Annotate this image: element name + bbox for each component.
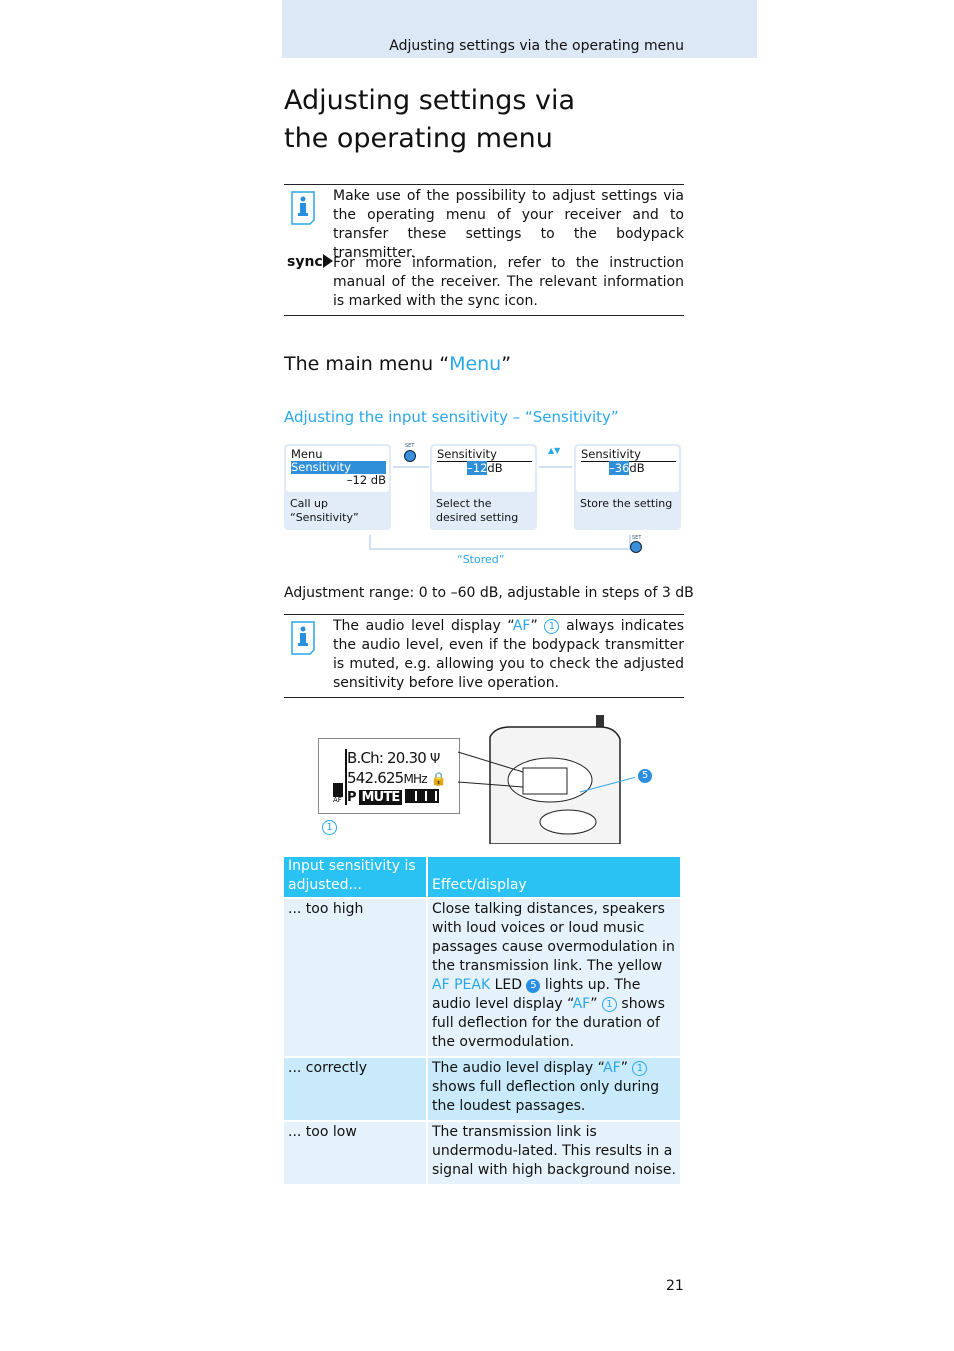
table-row: ... too low The transmission link is unde… (284, 1120, 680, 1184)
stored-label: “Stored” (457, 553, 505, 566)
table-header: Effect/display (428, 857, 680, 897)
divider (284, 614, 684, 615)
set-button-icon (404, 450, 416, 462)
step-call-up: Menu Sensitivity –12 dB Call up “Sensitivit… (284, 444, 391, 530)
page-title: Adjusting settings via the operating men… (284, 85, 576, 154)
info-note-af: The audio level display “AF” 1 always in… (333, 618, 684, 691)
info-note: Make use of the possibility to adjust se… (333, 188, 684, 261)
up-down-icon: ▲▼ (548, 446, 561, 455)
arrow (539, 466, 572, 468)
sensitivity-table: Input sensitivity is adjusted... Effect/d… (282, 857, 682, 1184)
section-heading: The main menu “Menu” (284, 353, 512, 375)
running-title: Adjusting settings via the operating men… (389, 38, 684, 54)
divider (284, 315, 684, 316)
display-closeup: B.Ch: 20.30 Ψ 542.625MHz 🔒 P MUTE AF (318, 738, 460, 814)
subsection-heading: Adjusting the input sensitivity – “Sensi… (284, 408, 619, 426)
divider (284, 697, 684, 698)
step-store: Sensitivity –36dB Store the setting (574, 444, 681, 530)
return-arrow (369, 535, 631, 550)
info-icon (291, 191, 315, 225)
page-number: 21 (666, 1278, 684, 1294)
bodypack-drawing (457, 715, 635, 844)
divider (284, 184, 684, 185)
step-select: Sensitivity –12dB Select the desired sett… (430, 444, 537, 530)
sync-icon: sync (287, 254, 333, 270)
arrow (393, 466, 429, 468)
running-header: Adjusting settings via the operating men… (282, 0, 757, 58)
sync-note: For more information, refer to the instr… (333, 255, 684, 309)
page: Adjusting settings via the operating men… (0, 0, 954, 1351)
set-button-icon (630, 541, 642, 553)
adjustment-range: Adjustment range: 0 to –60 dB, adjustabl… (284, 585, 694, 601)
table-row: ... too high Close talking distances, spe… (284, 897, 680, 1056)
info-icon (291, 621, 315, 655)
table-row: ... correctly The audio level display “AF… (284, 1056, 680, 1120)
table-header: Input sensitivity is adjusted... (284, 857, 426, 897)
